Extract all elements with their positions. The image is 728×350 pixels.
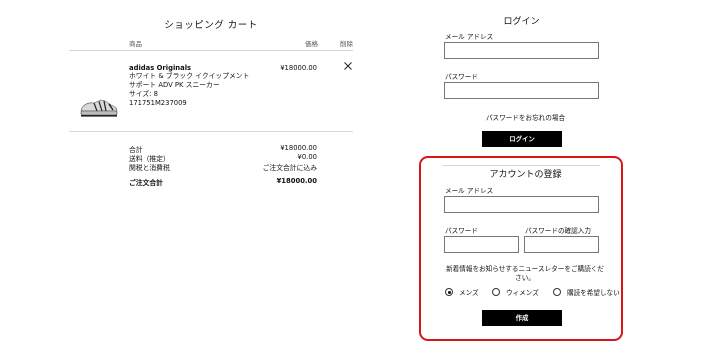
product-code: 171751M237009 bbox=[129, 99, 187, 107]
summary-label: 関税と消費税 bbox=[129, 164, 170, 172]
cart-title: ショッピング カート bbox=[164, 20, 258, 31]
order-total-value: ¥18000.00 bbox=[276, 177, 317, 185]
login-password-label: パスワード bbox=[445, 73, 478, 81]
product-size: サイズ: 8 bbox=[129, 90, 158, 98]
close-icon[interactable] bbox=[343, 61, 353, 71]
option-label: メンズ bbox=[459, 289, 479, 297]
create-account-button[interactable]: 作成 bbox=[482, 310, 562, 326]
column-remove: 削除 bbox=[340, 40, 353, 48]
login-title: ログイン bbox=[503, 17, 540, 27]
radio-icon[interactable] bbox=[492, 288, 500, 296]
register-email-label: メール アドレス bbox=[445, 187, 494, 195]
product-line-2: サポート ADV PK スニーカー bbox=[129, 81, 220, 89]
divider bbox=[69, 50, 353, 51]
login-password-field[interactable] bbox=[444, 82, 599, 99]
summary-shipping: 送料（推定） ¥0.00 bbox=[129, 153, 317, 163]
register-confirm-label: パスワードの確認入力 bbox=[525, 227, 591, 235]
summary-value: ご注文合計に込み bbox=[262, 164, 317, 172]
order-total: ご注文合計 ¥18000.00 bbox=[129, 177, 317, 187]
newsletter-option-none[interactable]: 購読を希望しない bbox=[553, 287, 620, 297]
product-line-1: ホワイト & ブラック イクイップメント bbox=[129, 72, 250, 80]
shopping-cart: ショッピング カート 商品 価格 削除 adidas Originals ホワイ… bbox=[69, 0, 353, 350]
login-email-field[interactable] bbox=[444, 42, 599, 59]
newsletter-text-line-1: 新着情報をお知らせするニュースレターをご購読くだ bbox=[446, 265, 604, 273]
divider bbox=[443, 165, 600, 166]
summary-value: ¥18000.00 bbox=[280, 144, 317, 152]
radio-selected-icon[interactable] bbox=[445, 288, 453, 296]
register-confirm-field[interactable] bbox=[524, 236, 599, 253]
summary-subtotal: 合計 ¥18000.00 bbox=[129, 144, 317, 154]
newsletter-option-mens[interactable]: メンズ bbox=[445, 287, 479, 297]
order-total-label: ご注文合計 bbox=[129, 179, 163, 187]
register-password-label: パスワード bbox=[445, 227, 478, 235]
forgot-password-link[interactable]: パスワードをお忘れの場合 bbox=[447, 112, 604, 122]
register-email-field[interactable] bbox=[444, 196, 599, 213]
summary-tax: 関税と消費税 ご注文合計に込み bbox=[129, 162, 317, 172]
login-email-label: メール アドレス bbox=[445, 33, 494, 41]
newsletter-option-womens[interactable]: ウィメンズ bbox=[492, 287, 539, 297]
newsletter-text-line-2: さい。 bbox=[515, 274, 535, 282]
radio-icon[interactable] bbox=[553, 288, 561, 296]
product-brand: adidas Originals bbox=[129, 64, 192, 72]
product-price: ¥18000.00 bbox=[280, 64, 317, 72]
divider bbox=[69, 131, 353, 132]
option-label: ウィメンズ bbox=[506, 289, 539, 297]
column-price: 価格 bbox=[305, 40, 318, 48]
register-password-field[interactable] bbox=[444, 236, 519, 253]
product-image[interactable] bbox=[79, 93, 119, 119]
column-product: 商品 bbox=[129, 40, 142, 48]
option-label: 購読を希望しない bbox=[567, 289, 620, 297]
register-title: アカウントの登録 bbox=[489, 170, 562, 180]
login-button[interactable]: ログイン bbox=[482, 131, 562, 147]
summary-value: ¥0.00 bbox=[297, 153, 317, 161]
